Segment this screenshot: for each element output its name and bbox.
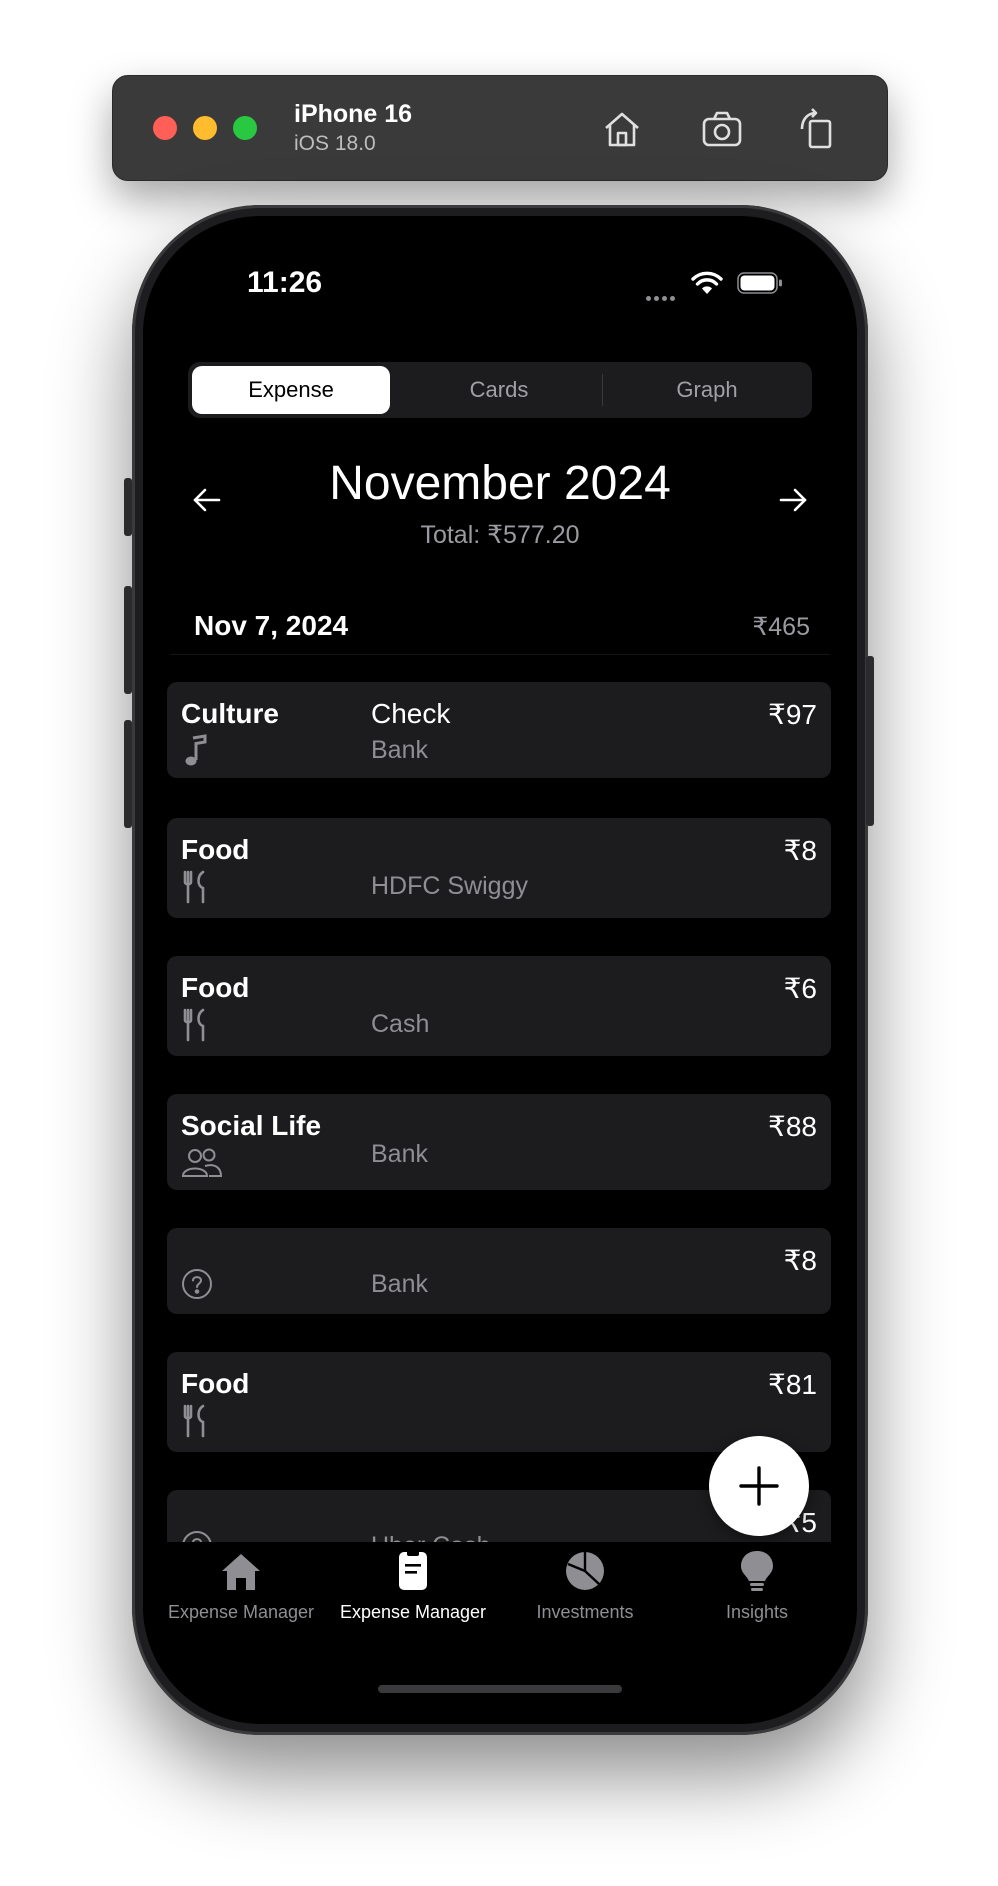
next-month-arrow-icon[interactable] [773, 480, 813, 520]
fork-knife-icon [181, 1404, 211, 1438]
close-window-button[interactable] [153, 116, 177, 140]
expense-amount: ₹88 [768, 1111, 817, 1142]
expense-card[interactable]: Food Cash ₹6 [167, 956, 831, 1056]
plus-icon [739, 1466, 779, 1506]
music-note-icon [181, 734, 211, 768]
people-icon [181, 1146, 223, 1180]
month-total: Total: ₹577.20 [420, 521, 580, 549]
house-icon [222, 1554, 260, 1590]
volume-down-button [124, 720, 132, 828]
expense-card[interactable]: Bank ₹8 [167, 1228, 831, 1314]
expense-account: Bank [371, 736, 428, 764]
expense-card[interactable]: Food ₹81 [167, 1352, 831, 1452]
day-date: Nov 7, 2024 [194, 610, 349, 641]
expense-category: Social Life [181, 1110, 322, 1141]
expense-card[interactable]: Social Life Bank ₹88 [167, 1094, 831, 1190]
tab-label: Investments [536, 1602, 634, 1622]
status-time: 11:26 [247, 266, 323, 299]
expense-category: Food [181, 1368, 250, 1399]
volume-up-button [124, 586, 132, 694]
expense-account: HDFC Swiggy [371, 872, 528, 900]
rotate-icon [800, 108, 832, 149]
tab-label: Expense Manager [167, 1602, 315, 1622]
os-version: iOS 18.0 [294, 132, 376, 155]
expense-account: Uber Cash [371, 1532, 491, 1542]
expense-amount: ₹6 [783, 973, 817, 1004]
view-segmented-control: Expense Cards Graph [188, 362, 812, 418]
tab-expense-manager-home[interactable]: Expense Manager [156, 1548, 326, 1638]
expense-category: Food [181, 834, 250, 865]
power-button [866, 656, 874, 826]
wifi-icon [691, 271, 723, 294]
expense-title: Check [371, 698, 451, 729]
clipboard-icon [399, 1550, 427, 1590]
expense-card[interactable]: Food HDFC Swiggy ₹8 [167, 818, 831, 918]
expense-category: Food [181, 972, 250, 1003]
expense-account: Cash [371, 1010, 430, 1038]
segment-cards[interactable]: Cards [396, 362, 602, 418]
segment-expense[interactable]: Expense [192, 366, 390, 414]
tab-investments[interactable]: Investments [500, 1548, 670, 1638]
home-button[interactable] [599, 106, 645, 152]
expense-amount: ₹81 [768, 1369, 817, 1400]
divider [170, 654, 830, 655]
tab-label: Insights [725, 1602, 789, 1622]
expense-account: Bank [371, 1140, 428, 1168]
day-header: Nov 7, 2024 ₹465 [194, 610, 810, 650]
action-button [124, 478, 132, 536]
expense-amount: ₹97 [768, 699, 817, 730]
day-total: ₹465 [752, 613, 810, 641]
rotate-button[interactable] [793, 106, 839, 152]
screenshot-button[interactable] [699, 106, 745, 152]
month-title: November 2024 [329, 457, 671, 510]
add-expense-button[interactable] [709, 1436, 809, 1536]
tab-label: Expense Manager [339, 1602, 487, 1622]
home-icon [605, 112, 639, 147]
expense-card[interactable]: Culture Check Bank ₹97 [167, 682, 831, 778]
segment-divider [602, 374, 603, 406]
phone-screen: 11:26 Expense Cards Graph November 2024 … [143, 216, 857, 1724]
signal-icon [646, 288, 680, 301]
device-name: iPhone 16 [294, 100, 413, 128]
segment-graph[interactable]: Graph [604, 362, 810, 418]
expense-category: Culture [181, 698, 279, 729]
pie-chart-icon [566, 1552, 604, 1590]
tab-insights[interactable]: Insights [672, 1548, 842, 1638]
expense-amount: ₹8 [783, 1245, 817, 1276]
expense-account: Bank [371, 1270, 428, 1298]
battery-icon [737, 272, 782, 294]
tab-bar: Expense Manager Expense Manager Investme… [143, 1546, 857, 1666]
zoom-window-button[interactable] [233, 116, 257, 140]
home-indicator[interactable] [378, 1685, 622, 1693]
screenshot-icon [702, 111, 742, 147]
simulator-toolbar: iPhone 16 iOS 18.0 [112, 75, 888, 181]
question-circle-icon [181, 1530, 213, 1542]
lightbulb-icon [741, 1551, 773, 1591]
fork-knife-icon [181, 870, 211, 904]
expense-list[interactable]: Culture Check Bank ₹97 Food HDFC Swiggy … [143, 656, 857, 1542]
tab-expense-manager[interactable]: Expense Manager [328, 1548, 498, 1638]
question-circle-icon [181, 1268, 213, 1300]
expense-amount: ₹8 [783, 835, 817, 866]
fork-knife-icon [181, 1008, 211, 1042]
minimize-window-button[interactable] [193, 116, 217, 140]
